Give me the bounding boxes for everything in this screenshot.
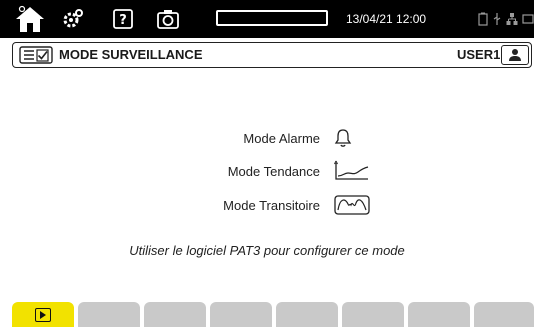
mode-row-alarme: Mode Alarme [120, 127, 380, 149]
tab-4[interactable] [210, 302, 272, 327]
status-bar: ? 13/04/21 12:00 [0, 0, 534, 38]
svg-text:?: ? [119, 13, 127, 28]
tab-5[interactable] [276, 302, 338, 327]
tab-2[interactable] [78, 302, 140, 327]
mode-row-tendance: Mode Tendance [120, 160, 380, 182]
trend-chart-icon [334, 160, 370, 182]
tab-3[interactable] [144, 302, 206, 327]
network-icon [506, 13, 518, 25]
tab-6[interactable] [342, 302, 404, 327]
user-button[interactable] [501, 45, 529, 65]
tab-8[interactable] [474, 302, 534, 327]
title-bar: MODE SURVEILLANCE USER1 [12, 42, 532, 68]
checklist-icon [19, 46, 53, 64]
datetime: 13/04/21 12:00 [346, 12, 427, 26]
transient-wave-icon [334, 194, 370, 216]
memory-progress-bar [216, 10, 328, 26]
bell-icon [334, 127, 370, 149]
user-label: USER1 [457, 47, 501, 62]
user-profile-icon [509, 49, 521, 61]
help-icon: ? [113, 9, 133, 29]
tab-7[interactable] [408, 302, 470, 327]
settings-icon [63, 9, 83, 28]
function-tab-bar [0, 302, 534, 327]
info-text: Utiliser le logiciel PAT3 pour configure… [129, 243, 405, 258]
mode-row-transitoire: Mode Transitoire [120, 194, 380, 216]
tab-play[interactable] [12, 302, 74, 327]
home-button[interactable] [10, 0, 50, 38]
system-icons [478, 0, 534, 38]
help-button[interactable]: ? [106, 0, 140, 38]
screen-icon [522, 14, 534, 24]
mode-label: Mode Alarme [243, 130, 320, 146]
screenshot-button[interactable] [150, 0, 186, 38]
play-icon [35, 308, 51, 322]
camera-icon [157, 10, 179, 29]
mode-label: Mode Transitoire [223, 197, 320, 213]
mode-label: Mode Tendance [227, 163, 320, 179]
home-icon [16, 5, 44, 32]
settings-button[interactable] [56, 0, 90, 38]
usb-icon [493, 13, 501, 25]
battery-icon [478, 12, 488, 26]
page-title: MODE SURVEILLANCE [59, 47, 203, 62]
